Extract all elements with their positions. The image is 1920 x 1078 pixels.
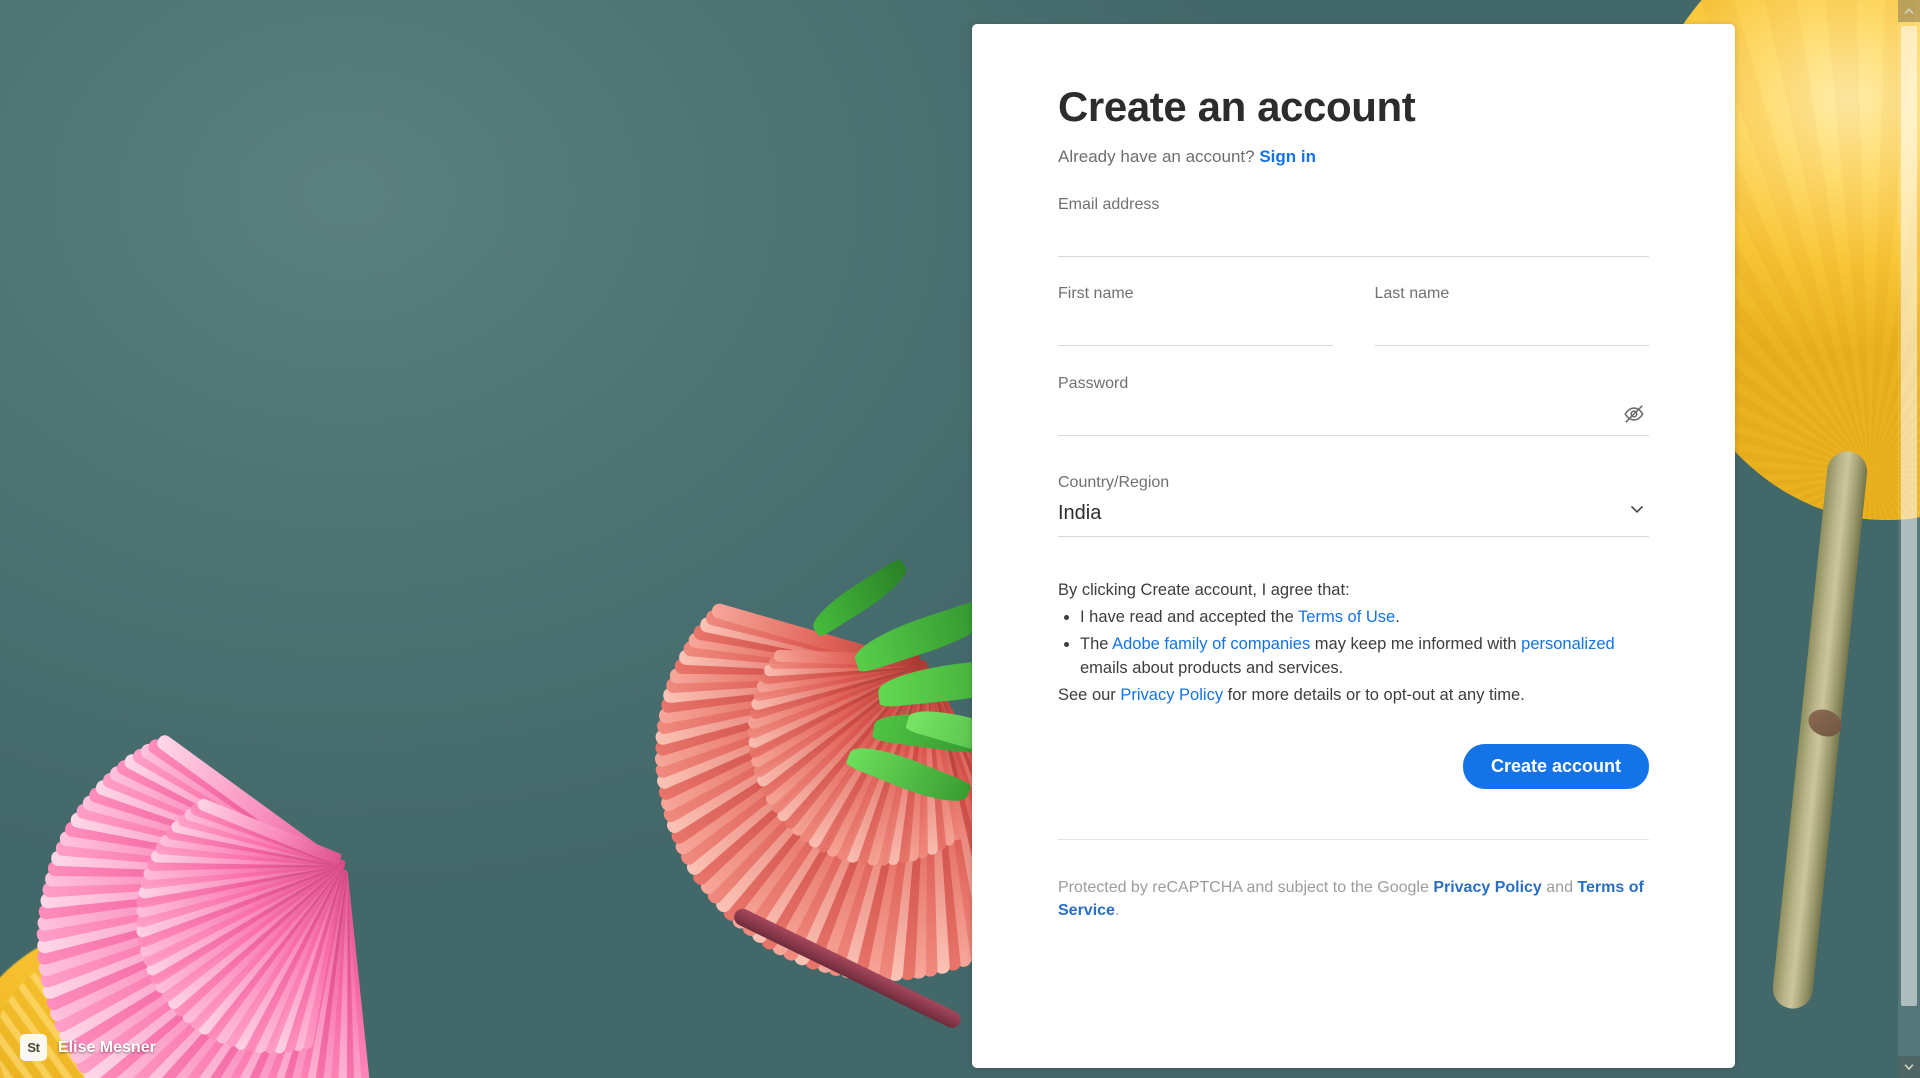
last-name-label: Last name — [1375, 285, 1650, 303]
email-field-group: Email address — [1058, 196, 1649, 257]
adobe-stock-icon: St — [20, 1034, 47, 1061]
page-title: Create an account — [1058, 84, 1649, 130]
terms-b1-pre: I have read and accepted the — [1080, 608, 1298, 626]
footer-divider — [1058, 839, 1649, 840]
already-have-account-label: Already have an account? — [1058, 147, 1255, 166]
terms-intro: By clicking Create account, I agree that… — [1058, 579, 1649, 603]
country-selected-value: India — [1058, 498, 1649, 529]
terms-b1-post: . — [1395, 608, 1400, 626]
country-label: Country/Region — [1058, 474, 1649, 492]
stock-attribution[interactable]: St Elise Mesner — [20, 1034, 156, 1061]
last-name-field-group: Last name — [1375, 285, 1650, 346]
password-input[interactable] — [1058, 399, 1649, 428]
password-label: Password — [1058, 375, 1649, 393]
scrollbar-thumb[interactable] — [1901, 26, 1917, 1006]
see-pre: See our — [1058, 686, 1120, 704]
adobe-family-link[interactable]: Adobe family of companies — [1112, 635, 1310, 653]
google-privacy-policy-link[interactable]: Privacy Policy — [1433, 879, 1542, 896]
email-label: Email address — [1058, 196, 1649, 214]
privacy-policy-link[interactable]: Privacy Policy — [1120, 686, 1223, 704]
recaptcha-mid: and — [1542, 879, 1578, 896]
first-name-field-group: First name — [1058, 285, 1333, 346]
terms-b2-pre: The — [1080, 635, 1112, 653]
terms-list: I have read and accepted the Terms of Us… — [1080, 606, 1649, 681]
name-row: First name Last name — [1058, 257, 1649, 346]
create-account-button[interactable]: Create account — [1463, 744, 1649, 789]
artist-name: Elise Mesner — [58, 1039, 156, 1057]
last-name-input[interactable] — [1375, 309, 1650, 338]
eye-off-icon[interactable] — [1619, 399, 1649, 429]
signup-card: Create an account Already have an accoun… — [972, 24, 1735, 1068]
terms-b2-post: emails about products and services. — [1080, 659, 1343, 677]
password-field-group: Password — [1058, 375, 1649, 436]
recaptcha-post: . — [1115, 902, 1119, 919]
recaptcha-notice: Protected by reCAPTCHA and subject to th… — [1058, 876, 1649, 922]
terms-block: By clicking Create account, I agree that… — [1058, 579, 1649, 708]
terms-b2-mid: may keep me informed with — [1310, 635, 1521, 653]
email-input[interactable] — [1058, 220, 1649, 249]
country-field-group[interactable]: Country/Region India — [1058, 474, 1649, 537]
scroll-up-arrow-icon[interactable] — [1898, 0, 1920, 22]
see-post: for more details or to opt-out at any ti… — [1223, 686, 1525, 704]
cta-row: Create account — [1058, 744, 1649, 789]
first-name-input[interactable] — [1058, 309, 1333, 338]
signin-row: Already have an account? Sign in — [1058, 147, 1649, 167]
terms-of-use-link[interactable]: Terms of Use — [1298, 608, 1395, 626]
first-name-label: First name — [1058, 285, 1333, 303]
signup-page: Create an account Already have an accoun… — [0, 0, 1920, 1078]
pink-flower — [0, 560, 340, 900]
personalized-link[interactable]: personalized — [1521, 635, 1615, 653]
sign-in-link[interactable]: Sign in — [1259, 147, 1316, 166]
terms-see-line: See our Privacy Policy for more details … — [1058, 684, 1649, 708]
terms-bullet-1: I have read and accepted the Terms of Us… — [1080, 606, 1649, 630]
recaptcha-pre: Protected by reCAPTCHA and subject to th… — [1058, 879, 1433, 896]
vertical-scrollbar[interactable] — [1898, 0, 1920, 1078]
terms-bullet-2: The Adobe family of companies may keep m… — [1080, 633, 1649, 681]
scroll-down-arrow-icon[interactable] — [1898, 1056, 1920, 1078]
